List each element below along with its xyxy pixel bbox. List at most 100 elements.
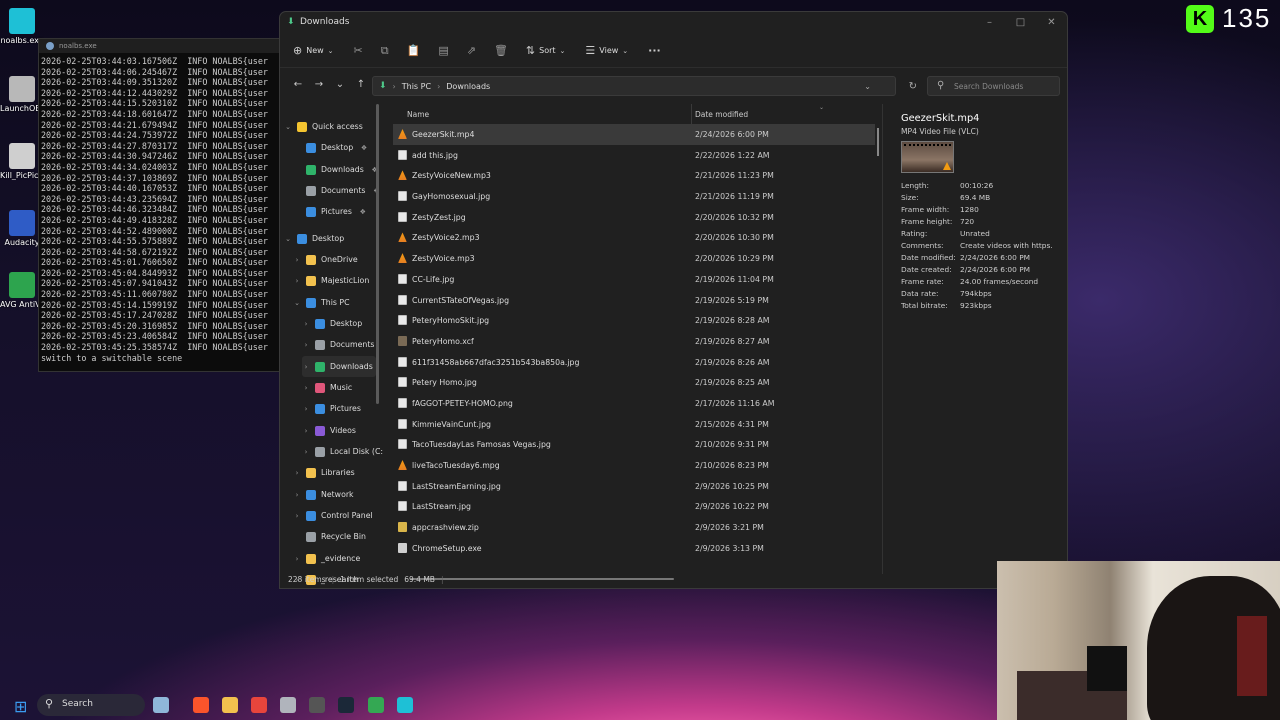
nav-item-majesticlion[interactable]: › MajesticLion [293,270,369,291]
steam-icon[interactable] [338,697,354,713]
nav-item-videos[interactable]: › Videos [302,420,356,441]
nav-item--evidence[interactable]: › _evidence [293,548,360,569]
chevron-right-icon[interactable]: › [293,469,301,477]
recent-locations-button[interactable]: ⌄ [330,79,350,90]
start-icon[interactable]: ⊞ [14,697,30,715]
new-button[interactable]: ⊕ New ⌄ [293,44,334,57]
nav-item-local-disk-c-[interactable]: › Local Disk (C: [302,441,383,462]
navigation-scrollbar[interactable] [376,104,379,404]
file-row[interactable]: ChromeSetup.exe 2/9/2026 3:13 PM [393,538,875,559]
chevron-right-icon[interactable]: › [302,427,310,435]
more-options-button[interactable]: ··· [648,44,661,57]
file-row[interactable]: PeteryHomo.xcf 2/19/2026 8:27 AM [393,331,875,352]
file-row[interactable]: LastStreamEarning.jpg 2/9/2026 10:25 PM [393,476,875,497]
nav-item-pictures[interactable]: Pictures ❖ [293,201,366,222]
nav-item-libraries[interactable]: › Libraries [293,462,355,483]
file-row[interactable]: ZestyVoiceNew.mp3 2/21/2026 11:23 PM [393,165,875,186]
column-divider[interactable] [691,104,692,124]
chrome-icon[interactable] [251,697,267,713]
close-button[interactable]: ✕ [1036,12,1067,34]
nav-item-downloads[interactable]: Downloads ❖ [293,159,378,180]
breadcrumb-this-pc[interactable]: This PC [402,82,431,91]
explorer-titlebar[interactable]: ⬇ Downloads – □ ✕ [280,12,1067,34]
share-button[interactable]: ⇗ [467,44,476,57]
nav-item-pictures[interactable]: › Pictures [302,398,361,419]
chevron-down-icon[interactable]: ⌄ [284,123,292,131]
file-row[interactable]: 611f31458ab667dfac3251b543ba850a.jpg 2/19… [393,352,875,373]
terminal-titlebar[interactable]: noalbs.exe [39,39,282,53]
rename-button[interactable]: ▤ [438,44,448,57]
chevron-right-icon[interactable]: › [302,341,310,349]
nav-item-desktop[interactable]: Desktop ❖ [293,137,367,158]
nav-item-desktop[interactable]: › Desktop [302,313,362,334]
file-row[interactable]: KimmieVainCunt.jpg 2/15/2026 4:31 PM [393,414,875,435]
nav-item-music[interactable]: › Music [302,377,352,398]
chevron-down-icon[interactable]: ⌄ [293,299,301,307]
back-button[interactable]: ← [288,79,308,90]
chevron-right-icon[interactable]: › [293,555,301,563]
file-row[interactable]: Petery Homo.jpg 2/19/2026 8:25 AM [393,372,875,393]
breadcrumb-downloads[interactable]: Downloads [446,82,490,91]
file-row[interactable]: liveTacoTuesday6.mpg 2/10/2026 8:23 PM [393,455,875,476]
paste-button[interactable]: 📋 [407,44,421,57]
nav-item-control-panel[interactable]: › Control Panel [293,505,373,526]
address-bar[interactable]: ⬇ › This PC › Downloads ⌄ ↻ [372,76,917,96]
nav-item-onedrive[interactable]: › OneDrive [293,249,358,270]
chevron-right-icon[interactable]: › [293,491,301,499]
terminal-icon[interactable] [397,697,413,713]
file-row[interactable]: GayHomosexual.jpg 2/21/2026 11:19 PM [393,186,875,207]
chevron-right-icon[interactable]: › [293,256,301,264]
nav-item-desktop[interactable]: ⌄ Desktop [284,228,344,249]
file-row[interactable]: add this.jpg 2/22/2026 1:22 AM [393,145,875,166]
view-button[interactable]: ☰ View ⌄ [585,44,628,57]
brave-icon[interactable] [193,697,209,713]
file-explorer-icon[interactable] [222,697,238,713]
file-row[interactable]: CC-Life.jpg 2/19/2026 11:04 PM [393,269,875,290]
sort-button[interactable]: ⇅ Sort ⌄ [526,44,566,57]
address-dropdown-icon[interactable]: ⌄ [864,82,871,91]
nav-item-recycle-bin[interactable]: Recycle Bin [293,526,366,547]
file-explorer-window[interactable]: ⬇ Downloads – □ ✕ ⊕ New ⌄ ✂ ⧉ 📋 ▤ ⇗ 🗑 ⇅ Sor… [279,11,1068,589]
shield-icon[interactable] [280,697,296,713]
widgets-icon[interactable] [153,697,169,713]
file-row[interactable]: ZestyVoice.mp3 2/20/2026 10:29 PM [393,248,875,269]
refresh-button[interactable]: ↻ [909,81,917,92]
nav-item-this-pc[interactable]: ⌄ This PC [293,292,350,313]
chevron-right-icon[interactable]: › [293,512,301,520]
terminal-window[interactable]: noalbs.exe 2026-02-25T03:44:03.167506Z I… [38,38,283,372]
delete-button[interactable]: 🗑 [494,44,508,57]
chevron-right-icon[interactable]: › [302,384,310,392]
chrome-alt-icon[interactable] [368,697,384,713]
file-row[interactable]: TacoTuesdayLas Famosas Vegas.jpg 2/10/202… [393,434,875,455]
nav-item-documents[interactable]: Documents❖ [293,180,379,201]
chevron-right-icon[interactable]: › [302,448,310,456]
chevron-right-icon[interactable]: › [293,277,301,285]
search-input[interactable]: ⚲ Search Downloads [927,76,1060,96]
file-row[interactable]: LastStream.jpg 2/9/2026 10:22 PM [393,496,875,517]
file-row[interactable]: ZestyZest.jpg 2/20/2026 10:32 PM [393,207,875,228]
forward-button[interactable]: → [309,79,329,90]
file-row[interactable]: appcrashview.zip 2/9/2026 3:21 PM [393,517,875,538]
file-row[interactable]: PeteryHomoSkit.jpg 2/19/2026 8:28 AM [393,310,875,331]
copy-button[interactable]: ⧉ [381,44,389,58]
obs-icon[interactable] [309,697,325,713]
file-row[interactable]: ZestyVoice2.mp3 2/20/2026 10:30 PM [393,227,875,248]
nav-item-documents[interactable]: › Documents [302,334,374,355]
minimize-button[interactable]: – [974,12,1005,34]
file-row[interactable]: GeezerSkit.mp4 2/24/2026 6:00 PM [393,124,875,145]
file-row[interactable]: CurrentSTateOfVegas.jpg 2/19/2026 5:19 PM [393,290,875,311]
maximize-button[interactable]: □ [1005,12,1036,34]
taskbar-search[interactable]: ⚲ Search [37,694,145,716]
column-date-modified[interactable]: Date modified [695,110,748,119]
up-button[interactable]: ↑ [351,79,371,90]
chevron-down-icon[interactable]: ⌄ [284,235,292,243]
column-name[interactable]: Name [407,110,429,119]
file-list-scrollbar[interactable] [877,128,879,156]
chevron-right-icon[interactable]: › [302,363,310,371]
cut-button[interactable]: ✂ [354,44,363,57]
chevron-right-icon[interactable]: › [302,320,310,328]
nav-item-network[interactable]: › Network [293,484,354,505]
chevron-right-icon[interactable]: › [302,405,310,413]
nav-item-downloads[interactable]: › Downloads [302,356,376,377]
nav-item-quick-access[interactable]: ⌄ Quick access [284,116,363,137]
